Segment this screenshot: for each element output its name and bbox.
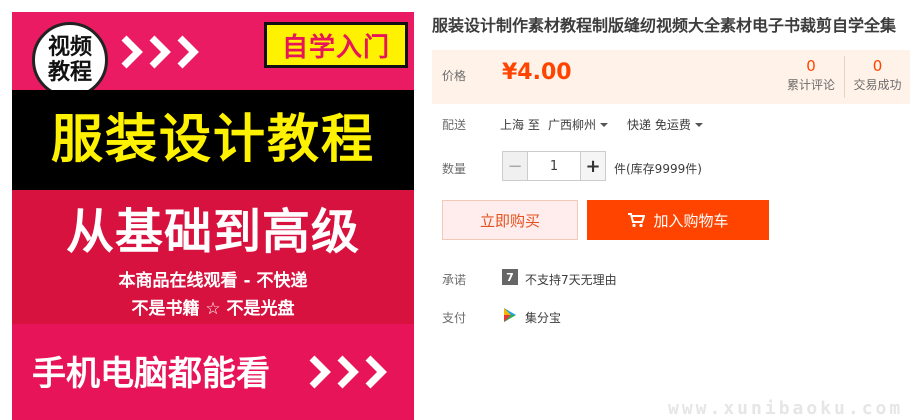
no-return-icon: 7 bbox=[502, 269, 518, 285]
deals-count: 0 bbox=[872, 57, 883, 75]
image-note-not-book: 不是书籍 ☆ 不是光盘 bbox=[131, 299, 295, 319]
quantity-input[interactable] bbox=[528, 151, 580, 181]
price-box: 价格 ¥4.00 0 累计评论 0 交易成功 bbox=[432, 50, 910, 104]
quantity-increase-button[interactable]: + bbox=[580, 151, 606, 181]
image-main-title: 服装设计教程 bbox=[50, 110, 375, 170]
quantity-label: 数量 bbox=[442, 162, 467, 176]
price-value: ¥4.00 bbox=[502, 60, 572, 85]
shipping-label: 配送 bbox=[442, 118, 467, 132]
top-arrows bbox=[120, 32, 200, 72]
video-tutorial-badge: 视频 教程 bbox=[32, 22, 108, 98]
reviews-stat[interactable]: 0 累计评论 bbox=[778, 56, 844, 94]
add-to-cart-button[interactable]: 加入购物车 bbox=[587, 200, 769, 240]
product-detail-page: 视频 教程 自学入门 服装设计教程 从基础到高级 本商品在线观看 - 不快递 不… bbox=[0, 0, 914, 420]
chevron-right-icon bbox=[365, 355, 387, 389]
product-title: 服装设计制作素材教程制版缝纫视频大全素材电子书裁剪自学全集 bbox=[432, 16, 897, 35]
price-label: 价格 bbox=[442, 69, 467, 83]
chevron-right-icon bbox=[149, 35, 171, 69]
self-study-label: 自学入门 bbox=[264, 22, 408, 68]
cart-icon bbox=[628, 213, 646, 228]
add-to-cart-label: 加入购物车 bbox=[653, 211, 729, 230]
product-image[interactable]: 视频 教程 自学入门 服装设计教程 从基础到高级 本商品在线观看 - 不快递 不… bbox=[12, 12, 414, 420]
deals-stat: 0 交易成功 bbox=[844, 56, 910, 98]
watermark: www.xunibaoku.com bbox=[668, 398, 904, 419]
reviews-label: 累计评论 bbox=[786, 78, 835, 92]
shipping-origin: 上海 至 bbox=[500, 118, 540, 132]
promise-text[interactable]: 不支持7天无理由 bbox=[525, 271, 617, 288]
badge-line-2: 教程 bbox=[47, 60, 92, 85]
promise-label: 承诺 bbox=[442, 273, 467, 287]
chevron-right-icon bbox=[309, 355, 331, 389]
buy-now-button[interactable]: 立即购买 bbox=[442, 200, 578, 240]
caret-down-icon bbox=[694, 122, 703, 127]
chevron-right-icon bbox=[177, 35, 199, 69]
chevron-right-icon bbox=[121, 35, 143, 69]
badge-line-1: 视频 bbox=[47, 35, 92, 60]
destination-value: 广西柳州 bbox=[548, 118, 597, 132]
payment-label: 支付 bbox=[442, 311, 467, 325]
jifenbao-icon bbox=[504, 308, 516, 322]
chevron-right-icon bbox=[337, 355, 359, 389]
destination-select[interactable]: 广西柳州 bbox=[548, 116, 609, 133]
image-note-online: 本商品在线观看 - 不快递 bbox=[118, 271, 308, 291]
bottom-arrows bbox=[308, 352, 388, 392]
stock-info: 件(库存9999件) bbox=[614, 162, 702, 176]
quantity-decrease-button[interactable]: − bbox=[502, 151, 528, 181]
image-bottom-text: 手机电脑都能看 bbox=[32, 354, 270, 394]
express-value: 快递 免运费 bbox=[627, 118, 691, 132]
reviews-count: 0 bbox=[806, 57, 816, 75]
image-sub-title: 从基础到高级 bbox=[65, 204, 360, 260]
deals-label: 交易成功 bbox=[853, 78, 902, 92]
caret-down-icon bbox=[600, 122, 609, 127]
express-select[interactable]: 快递 免运费 bbox=[627, 116, 703, 133]
payment-method[interactable]: 集分宝 bbox=[525, 309, 561, 326]
